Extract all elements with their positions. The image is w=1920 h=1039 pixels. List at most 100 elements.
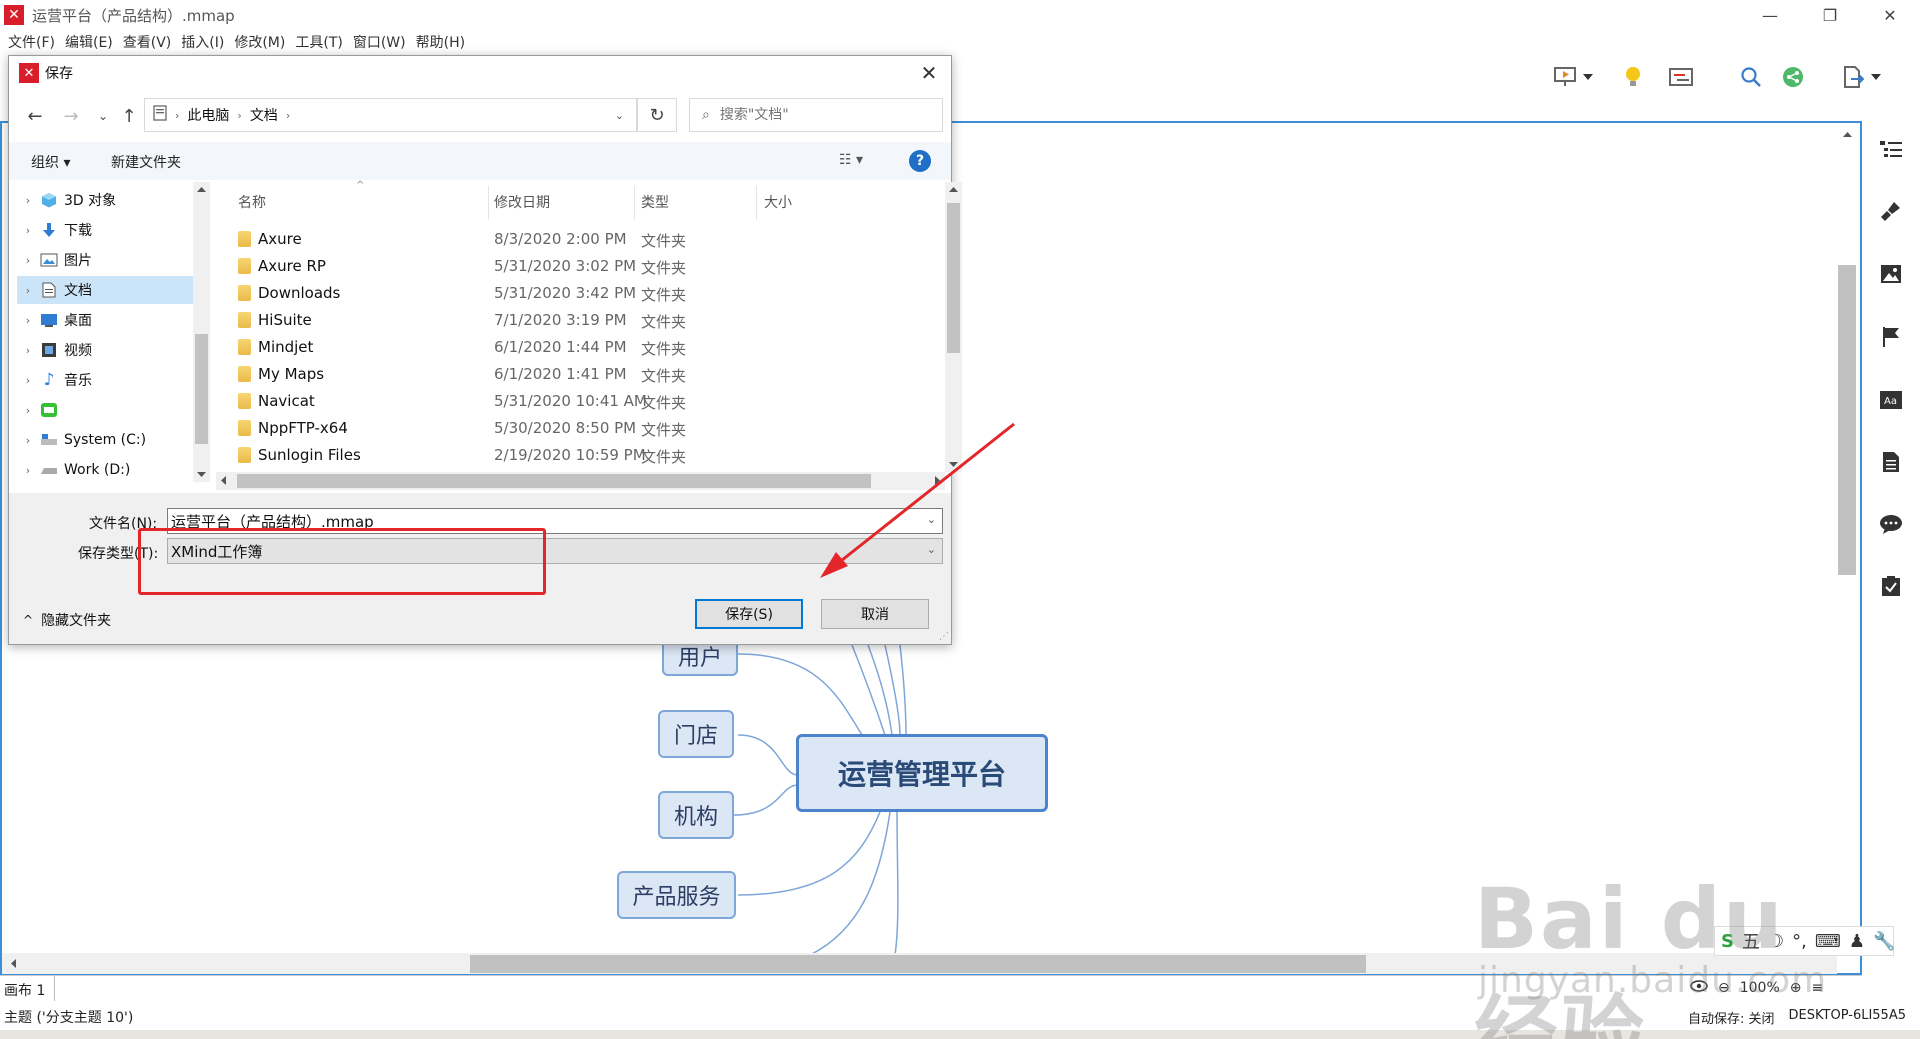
menu-tools[interactable]: 工具(T) xyxy=(295,32,342,52)
menu-edit[interactable]: 编辑(E) xyxy=(65,32,113,52)
save-button[interactable]: 保存(S) xyxy=(695,599,803,629)
tree-item-drive-d[interactable]: › Work (D:) xyxy=(17,456,193,484)
tree-expand-chevron-icon[interactable]: › xyxy=(17,314,39,327)
tree-expand-chevron-icon[interactable]: › xyxy=(17,194,39,207)
image-icon[interactable] xyxy=(1878,261,1904,287)
column-header-size[interactable]: 大小 xyxy=(764,192,792,212)
filetype-dropdown-icon[interactable]: ⌄ xyxy=(927,543,936,556)
minimize-button[interactable]: — xyxy=(1740,0,1800,30)
brainstorm-bulb-icon[interactable] xyxy=(1620,64,1646,90)
tree-expand-chevron-icon[interactable]: › xyxy=(17,224,39,237)
topic-organization[interactable]: 机构 xyxy=(658,791,734,839)
export-icon[interactable] xyxy=(1840,64,1866,90)
help-icon[interactable]: ? xyxy=(909,150,931,172)
canvas-horizontal-scroll-thumb[interactable] xyxy=(470,955,1366,973)
central-topic[interactable]: 运营管理平台 xyxy=(796,734,1048,812)
topic-product-service[interactable]: 产品服务 xyxy=(617,871,736,919)
sheet-tab[interactable]: 画布 1 xyxy=(4,980,45,1000)
file-row[interactable]: Navicat 5/31/2020 10:41 AM 文件夹 xyxy=(216,388,944,415)
share-icon[interactable] xyxy=(1780,64,1806,90)
menu-insert[interactable]: 插入(I) xyxy=(181,32,224,52)
column-divider[interactable] xyxy=(488,186,489,220)
outline-icon[interactable] xyxy=(1878,136,1904,162)
search-magnifier-icon: ⌕ xyxy=(702,107,710,123)
tree-expand-chevron-icon[interactable]: › xyxy=(17,404,39,417)
tree-item-3d-objects[interactable]: › 3D 对象 xyxy=(17,186,193,214)
file-row[interactable]: Sunlogin Files 2/19/2020 10:59 PM 文件夹 xyxy=(216,442,944,469)
hide-folders-toggle[interactable]: ^ 隐藏文件夹 xyxy=(23,610,111,630)
search-icon[interactable] xyxy=(1738,64,1764,90)
file-row[interactable]: My Maps 6/1/2020 1:41 PM 文件夹 xyxy=(216,361,944,388)
column-header-name[interactable]: 名称 xyxy=(238,192,266,212)
filename-dropdown-icon[interactable]: ⌄ xyxy=(927,513,936,526)
organize-button[interactable]: 组织 ▾ xyxy=(31,152,70,172)
tree-item-desktop[interactable]: › 桌面 xyxy=(17,306,193,334)
canvas-vertical-scroll-thumb[interactable] xyxy=(1838,265,1856,575)
back-arrow-icon[interactable]: ← xyxy=(23,104,47,128)
dialog-titlebar[interactable]: ✕ 保存 ✕ xyxy=(9,56,951,90)
tree-item-videos[interactable]: › 视频 xyxy=(17,336,193,364)
new-folder-button[interactable]: 新建文件夹 xyxy=(111,152,181,172)
breadcrumb-documents[interactable]: 文档 xyxy=(250,105,278,125)
file-list-horizontal-scroll-thumb[interactable] xyxy=(237,474,871,488)
presentation-icon[interactable] xyxy=(1552,64,1578,90)
view-options-icon[interactable]: ☷ ▾ xyxy=(839,152,863,168)
resize-grip-icon[interactable]: ⋰ xyxy=(939,631,949,642)
address-dropdown-icon[interactable]: ⌄ xyxy=(615,109,624,122)
comment-icon[interactable] xyxy=(1878,511,1904,537)
tree-item-app-drive[interactable]: › xyxy=(17,396,193,424)
presentation-dropdown-icon[interactable] xyxy=(1580,64,1596,90)
column-header-type[interactable]: 类型 xyxy=(641,192,669,212)
tree-item-drive-c[interactable]: › System (C:) xyxy=(17,426,193,454)
notes-document-icon[interactable] xyxy=(1878,449,1904,475)
tree-item-pictures[interactable]: › 图片 xyxy=(17,246,193,274)
tree-item-documents[interactable]: › 文档 xyxy=(17,276,193,304)
file-row[interactable]: HiSuite 7/1/2020 3:19 PM 文件夹 xyxy=(216,307,944,334)
cancel-button[interactable]: 取消 xyxy=(821,599,929,629)
refresh-icon[interactable]: ↻ xyxy=(637,98,677,132)
file-row[interactable]: Downloads 5/31/2020 3:42 PM 文件夹 xyxy=(216,280,944,307)
recent-locations-chevron-icon[interactable]: ⌄ xyxy=(91,104,115,128)
file-row[interactable]: Mindjet 6/1/2020 1:44 PM 文件夹 xyxy=(216,334,944,361)
tree-expand-chevron-icon[interactable]: › xyxy=(17,344,39,357)
task-clipboard-icon[interactable] xyxy=(1878,573,1904,599)
format-brush-icon[interactable] xyxy=(1878,198,1904,224)
gantt-view-icon[interactable] xyxy=(1668,64,1694,90)
tree-expand-chevron-icon[interactable]: › xyxy=(17,284,39,297)
dialog-close-icon[interactable]: ✕ xyxy=(911,58,947,88)
menu-help[interactable]: 帮助(H) xyxy=(416,32,465,52)
menu-file[interactable]: 文件(F) xyxy=(8,32,55,52)
marker-flag-icon[interactable] xyxy=(1878,324,1904,350)
breadcrumb-this-pc[interactable]: 此电脑 xyxy=(187,105,229,125)
file-row[interactable]: Axure RP 5/31/2020 3:02 PM 文件夹 xyxy=(216,253,944,280)
menu-modify[interactable]: 修改(M) xyxy=(234,32,285,52)
tree-expand-chevron-icon[interactable]: › xyxy=(17,254,39,267)
forward-arrow-icon[interactable]: → xyxy=(59,104,83,128)
file-row[interactable]: Axure 8/3/2020 2:00 PM 文件夹 xyxy=(216,226,944,253)
menu-window[interactable]: 窗口(W) xyxy=(353,32,406,52)
menu-view[interactable]: 查看(V) xyxy=(123,32,172,52)
close-window-button[interactable]: ✕ xyxy=(1860,0,1920,30)
text-style-icon[interactable]: Aa xyxy=(1878,387,1904,413)
maximize-button[interactable]: ❐ xyxy=(1800,0,1860,30)
file-name: Downloads xyxy=(258,284,341,302)
ime-user-icon[interactable]: ♟ xyxy=(1849,931,1865,952)
tree-item-music[interactable]: › ♪ 音乐 xyxy=(17,366,193,394)
ime-settings-icon[interactable]: 🔧 xyxy=(1873,931,1895,952)
column-divider[interactable] xyxy=(634,186,635,220)
file-row[interactable]: NppFTP-x64 5/30/2020 8:50 PM 文件夹 xyxy=(216,415,944,442)
tree-item-downloads[interactable]: › 下载 xyxy=(17,216,193,244)
up-arrow-icon[interactable]: ↑ xyxy=(117,104,141,128)
topic-store[interactable]: 门店 xyxy=(658,710,734,758)
tree-expand-chevron-icon[interactable]: › xyxy=(17,374,39,387)
search-input[interactable] xyxy=(719,107,920,123)
tree-expand-chevron-icon[interactable]: › xyxy=(17,434,39,447)
file-list-vertical-scroll-thumb[interactable] xyxy=(947,203,960,353)
column-header-date[interactable]: 修改日期 xyxy=(494,192,550,212)
column-divider[interactable] xyxy=(756,186,757,220)
tree-expand-chevron-icon[interactable]: › xyxy=(17,464,39,477)
tree-scroll-thumb[interactable] xyxy=(195,334,208,444)
address-bar[interactable]: › 此电脑 › 文档 › ⌄ xyxy=(144,98,637,132)
search-box[interactable]: ⌕ xyxy=(689,98,943,132)
export-dropdown-icon[interactable] xyxy=(1868,64,1884,90)
